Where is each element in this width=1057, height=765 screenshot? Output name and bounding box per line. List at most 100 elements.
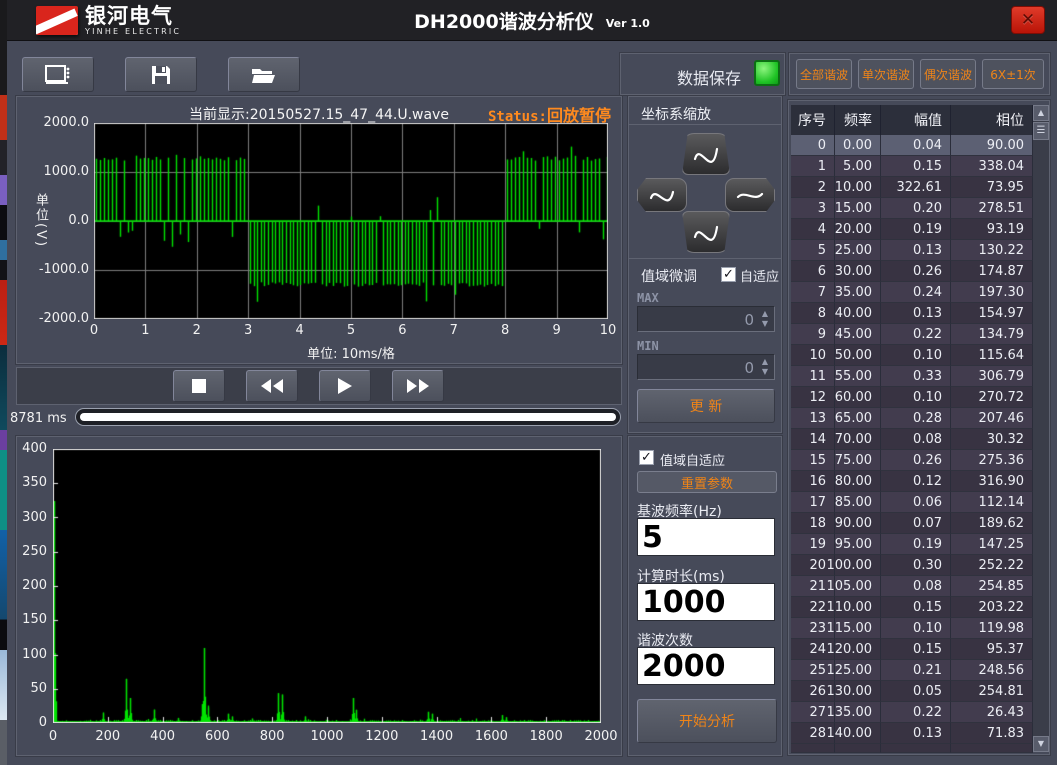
table-row[interactable]: 1155.000.33306.79: [791, 366, 1033, 387]
value-adaptive-checkbox[interactable]: ✓: [639, 450, 654, 465]
table-row[interactable]: 315.000.20278.51: [791, 198, 1033, 219]
close-button[interactable]: ✕: [1011, 6, 1045, 34]
table-row[interactable]: 1575.000.26275.36: [791, 450, 1033, 471]
device-button[interactable]: [22, 57, 94, 92]
play-button[interactable]: [319, 370, 371, 402]
base-frequency-input[interactable]: [637, 518, 775, 556]
axis-tick-label: 0: [17, 715, 47, 730]
table-row[interactable]: 735.000.24197.30: [791, 282, 1033, 303]
desktop-edge: [0, 0, 7, 765]
table-cell: 154.97: [951, 303, 1033, 324]
table-header-row: 序号频率幅值相位: [791, 105, 1033, 135]
spectrum-plot: [53, 449, 601, 723]
max-spinner[interactable]: 0 ▲▼: [637, 306, 775, 332]
table-row[interactable]: 22110.000.15203.22: [791, 597, 1033, 618]
zoom-left-button[interactable]: [637, 178, 687, 212]
scroll-down-icon[interactable]: ▼: [1033, 736, 1049, 752]
adaptive-checkbox[interactable]: ✓: [721, 267, 736, 282]
table-cell: 338.04: [951, 156, 1033, 177]
table-cell: 130.22: [951, 240, 1033, 261]
table-cell: 95.00: [835, 534, 881, 555]
scroll-up-icon[interactable]: ▲: [1033, 105, 1049, 121]
open-file-button[interactable]: [228, 57, 300, 92]
table-header-cell: 幅值: [881, 105, 951, 135]
scrollbar-thumb[interactable]: ☰: [1033, 122, 1049, 140]
table-cell: 0.05: [881, 681, 951, 702]
table-row[interactable]: 840.000.13154.97: [791, 303, 1033, 324]
zoom-up-button[interactable]: [682, 133, 730, 175]
table-row[interactable]: 1680.000.12316.90: [791, 471, 1033, 492]
table-row[interactable]: 25125.000.21248.56: [791, 660, 1033, 681]
coordinate-zoom-panel: 坐标系缩放 值域微调 ✓ 自适应 MAX 0: [628, 96, 782, 433]
playback-progress-slider[interactable]: [75, 408, 621, 426]
table-cell: 135.00: [835, 702, 881, 723]
start-analysis-button[interactable]: 开始分析: [637, 699, 777, 743]
axis-tick-label: 2000: [576, 729, 626, 744]
all-harmonics-button[interactable]: 全部谐波: [796, 59, 852, 89]
axis-tick-label: 1000: [302, 729, 352, 744]
six-x-pm1-button[interactable]: 6X±1次: [982, 59, 1044, 89]
harmonic-count-input[interactable]: [637, 647, 775, 685]
stop-icon: [192, 379, 206, 393]
table-scrollbar[interactable]: [1033, 105, 1049, 752]
table-cell: 30.00: [835, 261, 881, 282]
table-row[interactable]: 1890.000.07189.62: [791, 513, 1033, 534]
spinner-arrows-icon[interactable]: ▲▼: [759, 357, 771, 379]
table-cell: 0.15: [881, 639, 951, 660]
table-row[interactable]: 1260.000.10270.72: [791, 387, 1033, 408]
even-harmonics-button[interactable]: 偶次谐波: [920, 59, 976, 89]
axis-tick-label: 1000.0: [31, 164, 89, 179]
table-row[interactable]: 630.000.26174.87: [791, 261, 1033, 282]
play-icon: [338, 378, 352, 394]
table-cell: 45.00: [835, 324, 881, 345]
table-row[interactable]: 1785.000.06112.14: [791, 492, 1033, 513]
table-row[interactable]: 21105.000.08254.85: [791, 576, 1033, 597]
table-row[interactable]: 1995.000.19147.25: [791, 534, 1033, 555]
table-row[interactable]: 945.000.22134.79: [791, 324, 1033, 345]
table-row[interactable]: 28140.000.1371.83: [791, 723, 1033, 744]
zoom-down-button[interactable]: [682, 211, 730, 253]
data-save-label: 数据保存: [677, 65, 741, 89]
table-row[interactable]: 27135.000.2226.43: [791, 702, 1033, 723]
table-row[interactable]: 20100.000.30252.22: [791, 555, 1033, 576]
table-row[interactable]: 24120.000.1595.37: [791, 639, 1033, 660]
table-cell: 65.00: [835, 408, 881, 429]
axis-tick-label: 2000.0: [31, 115, 89, 130]
calc-duration-input[interactable]: [637, 583, 775, 621]
stop-button[interactable]: [173, 370, 225, 402]
table-row[interactable]: 1470.000.0830.32: [791, 429, 1033, 450]
table-row[interactable]: 1050.000.10115.64: [791, 345, 1033, 366]
table-row[interactable]: 00.000.0490.00: [791, 135, 1033, 156]
reset-params-button[interactable]: 重置参数: [637, 471, 777, 493]
fast-forward-button[interactable]: [392, 370, 444, 402]
table-row[interactable]: 210.00322.6173.95: [791, 177, 1033, 198]
harmonics-table-panel: 序号频率幅值相位00.000.0490.0015.000.15338.04210…: [788, 100, 1050, 755]
table-cell: 278.51: [951, 198, 1033, 219]
axis-tick-label: 4: [285, 323, 315, 338]
table-row[interactable]: 23115.000.10119.98: [791, 618, 1033, 639]
table-cell: 0.26: [881, 261, 951, 282]
table-row[interactable]: 15.000.15338.04: [791, 156, 1033, 177]
table-row[interactable]: 420.000.1993.19: [791, 219, 1033, 240]
table-cell: 254.81: [951, 681, 1033, 702]
axis-tick-label: 50: [17, 681, 47, 696]
min-spinner[interactable]: 0 ▲▼: [637, 354, 775, 380]
table-cell: 306.79: [951, 366, 1033, 387]
rewind-button[interactable]: [246, 370, 298, 402]
table-row[interactable]: 1365.000.28207.46: [791, 408, 1033, 429]
table-cell: 5: [791, 240, 835, 261]
save-icon: [150, 64, 172, 86]
table-cell: 0.06: [881, 492, 951, 513]
table-cell: 0.24: [881, 282, 951, 303]
table-cell: 15: [791, 450, 835, 471]
axis-tick-label: 9: [542, 323, 572, 338]
spinner-arrows-icon[interactable]: ▲▼: [759, 309, 771, 331]
table-row[interactable]: 26130.000.05254.81: [791, 681, 1033, 702]
table-row[interactable]: 525.000.13130.22: [791, 240, 1033, 261]
data-save-group: 数据保存: [620, 53, 785, 95]
table-cell: 7: [791, 282, 835, 303]
save-button[interactable]: [125, 57, 197, 92]
zoom-right-button[interactable]: [725, 178, 775, 212]
update-button[interactable]: 更 新: [637, 389, 775, 423]
single-harmonic-button[interactable]: 单次谐波: [858, 59, 914, 89]
